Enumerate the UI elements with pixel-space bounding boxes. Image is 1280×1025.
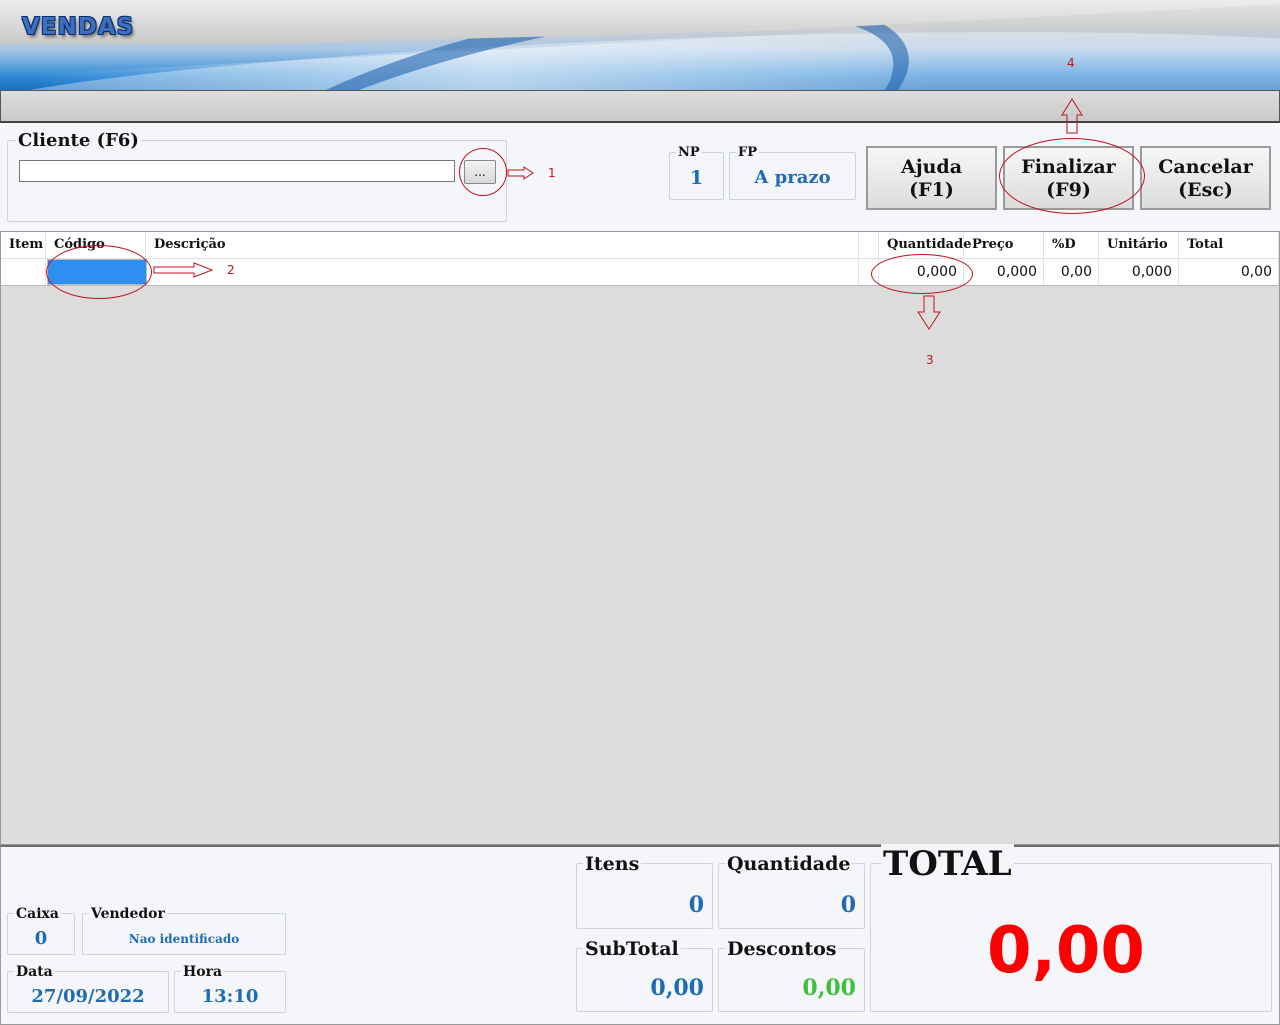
arrow-right-icon	[153, 262, 214, 278]
data-value: 27/09/2022	[31, 986, 145, 1007]
descontos-label: Descontos	[725, 938, 839, 960]
annotation-number: 2	[227, 263, 235, 277]
caixa-group: Caixa 0	[7, 906, 75, 955]
total-label: TOTAL	[881, 844, 1014, 884]
data-label: Data	[14, 964, 55, 980]
hora-label: Hora	[181, 964, 225, 980]
quantidade-group: Quantidade 0	[718, 853, 865, 929]
hora-value: 13:10	[201, 986, 259, 1007]
quantidade-label: Quantidade	[725, 853, 853, 875]
caixa-value: 0	[34, 928, 48, 949]
vendedor-label: Vendedor	[89, 906, 167, 922]
data-group: Data 27/09/2022	[7, 964, 169, 1013]
arrow-right-icon	[507, 166, 534, 180]
total-value: 0,00	[987, 914, 1145, 988]
descontos-group: Descontos 0,00	[718, 938, 865, 1012]
hora-group: Hora 13:10	[174, 964, 286, 1013]
arrow-down-icon	[917, 295, 941, 330]
vendedor-value: Nao identificado	[128, 932, 240, 946]
arrow-up-icon	[1061, 98, 1083, 134]
subtotal-group: SubTotal 0,00	[576, 938, 713, 1012]
itens-label: Itens	[583, 853, 642, 875]
quantidade-value: 0	[840, 892, 856, 918]
total-group: TOTAL 0,00	[870, 844, 1272, 1012]
subtotal-value: 0,00	[650, 975, 704, 1001]
annotation-number: 3	[926, 353, 934, 367]
descontos-value: 0,00	[802, 975, 856, 1001]
vendedor-group: Vendedor Nao identificado	[82, 906, 286, 955]
caixa-label: Caixa	[14, 906, 61, 922]
annotation-number: 1	[548, 166, 556, 180]
itens-value: 0	[688, 892, 704, 918]
subtotal-label: SubTotal	[583, 938, 681, 960]
annotation-number: 4	[1067, 56, 1075, 70]
itens-group: Itens 0	[576, 853, 713, 929]
